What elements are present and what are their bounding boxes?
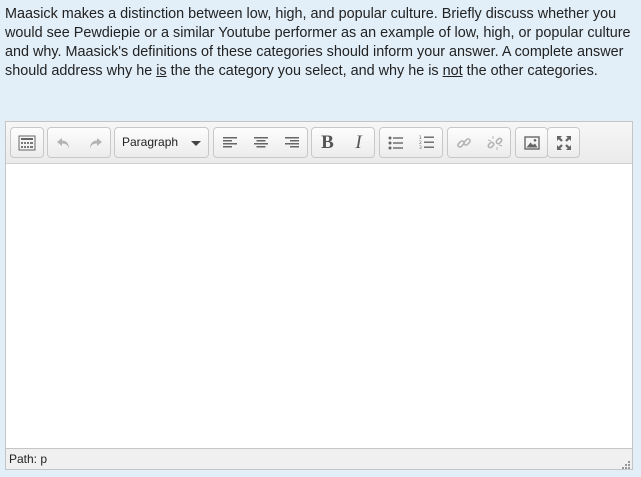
question-part-3: the other categories. [462, 63, 598, 79]
italic-button[interactable]: I [343, 128, 374, 157]
chevron-down-icon [191, 141, 201, 146]
redo-icon [87, 135, 103, 151]
history-group [47, 127, 111, 158]
toolbar-toggle-icon [18, 135, 36, 151]
undo-button[interactable] [48, 128, 79, 157]
bold-icon: B [321, 131, 334, 153]
align-center-button[interactable] [245, 128, 276, 157]
insert-image-button[interactable] [516, 128, 547, 157]
bold-button[interactable]: B [312, 128, 343, 157]
fullscreen-button[interactable] [548, 128, 579, 157]
editor-statusbar: Path: p [6, 448, 632, 469]
toolbar-toggle-button[interactable] [11, 128, 43, 157]
question-part-2: the the category you select, and why he … [166, 63, 443, 79]
numbered-list-icon: 123 [419, 135, 435, 150]
align-right-icon [284, 136, 300, 150]
fullscreen-group [547, 127, 580, 158]
editor-toolbar: Paragraph B I 1 2 3 [6, 122, 632, 164]
undo-icon [56, 135, 72, 151]
list-group: 123 [379, 127, 443, 158]
align-left-button[interactable] [214, 128, 245, 157]
block-format-value: Paragraph [122, 135, 179, 149]
image-icon [523, 135, 540, 150]
align-center-icon [253, 136, 269, 150]
align-left-icon [222, 136, 238, 150]
bullet-list-button[interactable] [380, 128, 411, 157]
bullet-list-icon [388, 136, 404, 150]
italic-icon: I [355, 131, 362, 153]
toolbar-toggle-group [10, 127, 44, 158]
question-underline-not: not [442, 63, 463, 79]
resize-handle-icon[interactable] [620, 457, 630, 469]
element-path: Path: p [9, 452, 48, 466]
rich-text-editor: Paragraph B I 1 2 3 Path: p [5, 121, 633, 470]
editor-content-area[interactable] [6, 164, 632, 448]
image-group [515, 127, 548, 158]
question-underline-is: is [156, 63, 167, 79]
fullscreen-icon [556, 135, 572, 151]
align-right-button[interactable] [276, 128, 307, 157]
link-group [447, 127, 511, 158]
unlink-icon [486, 135, 503, 151]
link-button[interactable] [448, 128, 479, 157]
block-format-select[interactable]: Paragraph [114, 127, 209, 158]
redo-button[interactable] [79, 128, 110, 157]
svg-text:3: 3 [419, 145, 422, 150]
link-icon [456, 135, 472, 151]
alignment-group [213, 127, 308, 158]
text-style-group: B I [311, 127, 375, 158]
unlink-button[interactable] [479, 128, 510, 157]
question-text: Maasick makes a distinction between low,… [5, 5, 637, 81]
numbered-list-button[interactable]: 123 [411, 128, 442, 157]
